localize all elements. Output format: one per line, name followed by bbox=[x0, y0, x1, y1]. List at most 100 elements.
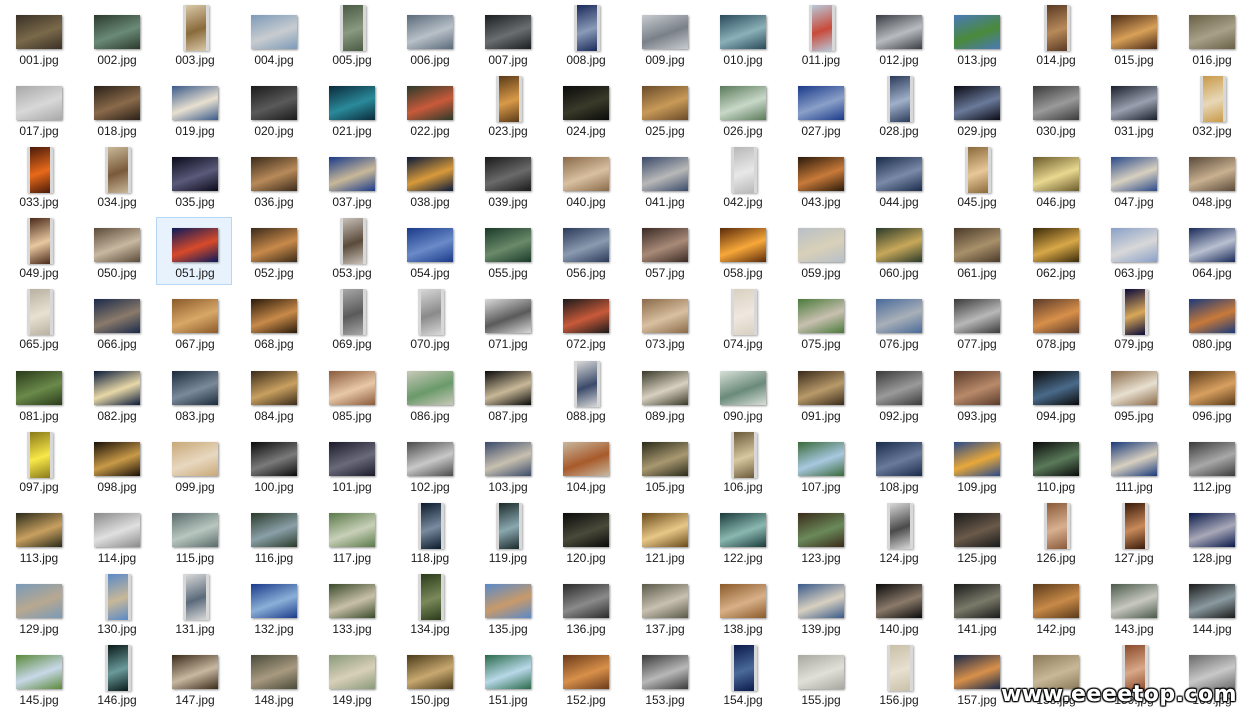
file-item[interactable]: 056.jpg bbox=[547, 217, 623, 285]
file-item[interactable]: 015.jpg bbox=[1095, 4, 1171, 72]
file-item[interactable]: 004.jpg bbox=[235, 4, 311, 72]
file-item[interactable]: 114.jpg bbox=[78, 502, 154, 570]
file-item[interactable]: 148.jpg bbox=[235, 644, 311, 712]
file-item[interactable]: 124.jpg bbox=[860, 502, 936, 570]
file-item[interactable]: 074.jpg bbox=[704, 288, 780, 356]
file-item[interactable]: 089.jpg bbox=[626, 360, 702, 428]
file-item[interactable]: 082.jpg bbox=[78, 360, 154, 428]
file-item[interactable]: 129.jpg bbox=[0, 573, 76, 641]
file-item[interactable]: 068.jpg bbox=[235, 288, 311, 356]
file-item[interactable]: 086.jpg bbox=[391, 360, 467, 428]
file-item[interactable]: 035.jpg bbox=[156, 146, 232, 214]
file-item[interactable]: 115.jpg bbox=[156, 502, 232, 570]
file-item[interactable]: 147.jpg bbox=[156, 644, 232, 712]
file-item[interactable]: 078.jpg bbox=[1017, 288, 1093, 356]
file-item[interactable]: 145.jpg bbox=[0, 644, 76, 712]
file-item[interactable]: 092.jpg bbox=[860, 360, 936, 428]
file-item[interactable]: 061.jpg bbox=[938, 217, 1014, 285]
file-item[interactable]: 095.jpg bbox=[1095, 360, 1171, 428]
file-item[interactable]: 155.jpg bbox=[782, 644, 858, 712]
file-item[interactable]: 032.jpg bbox=[1173, 75, 1245, 143]
file-item[interactable]: 069.jpg bbox=[313, 288, 389, 356]
file-item[interactable]: 067.jpg bbox=[156, 288, 232, 356]
file-item[interactable]: 096.jpg bbox=[1173, 360, 1245, 428]
file-item[interactable]: 028.jpg bbox=[860, 75, 936, 143]
file-item[interactable]: 123.jpg bbox=[782, 502, 858, 570]
file-item[interactable]: 062.jpg bbox=[1017, 217, 1093, 285]
file-item[interactable]: 010.jpg bbox=[704, 4, 780, 72]
file-item[interactable]: 119.jpg bbox=[469, 502, 545, 570]
file-item[interactable]: 131.jpg bbox=[156, 573, 232, 641]
file-item[interactable]: 130.jpg bbox=[78, 573, 154, 641]
file-item[interactable]: 151.jpg bbox=[469, 644, 545, 712]
file-item[interactable]: 101.jpg bbox=[313, 431, 389, 499]
file-item[interactable]: 034.jpg bbox=[78, 146, 154, 214]
file-item[interactable]: 047.jpg bbox=[1095, 146, 1171, 214]
file-item[interactable]: 113.jpg bbox=[0, 502, 76, 570]
file-item[interactable]: 083.jpg bbox=[156, 360, 232, 428]
file-item[interactable]: 142.jpg bbox=[1017, 573, 1093, 641]
file-item[interactable]: 027.jpg bbox=[782, 75, 858, 143]
file-item[interactable]: 048.jpg bbox=[1173, 146, 1245, 214]
file-item[interactable]: 106.jpg bbox=[704, 431, 780, 499]
file-item[interactable]: 070.jpg bbox=[391, 288, 467, 356]
file-item[interactable]: 058.jpg bbox=[704, 217, 780, 285]
file-item[interactable]: 153.jpg bbox=[626, 644, 702, 712]
file-item[interactable]: 054.jpg bbox=[391, 217, 467, 285]
file-item[interactable]: 156.jpg bbox=[860, 644, 936, 712]
file-item[interactable]: 072.jpg bbox=[547, 288, 623, 356]
file-item[interactable]: 105.jpg bbox=[626, 431, 702, 499]
file-item[interactable]: 044.jpg bbox=[860, 146, 936, 214]
file-item[interactable]: 073.jpg bbox=[626, 288, 702, 356]
file-item[interactable]: 019.jpg bbox=[156, 75, 232, 143]
file-item[interactable]: 031.jpg bbox=[1095, 75, 1171, 143]
file-item[interactable]: 020.jpg bbox=[235, 75, 311, 143]
file-item[interactable]: 064.jpg bbox=[1173, 217, 1245, 285]
file-item[interactable]: 001.jpg bbox=[0, 4, 76, 72]
file-item[interactable]: 080.jpg bbox=[1173, 288, 1245, 356]
file-item[interactable]: 040.jpg bbox=[547, 146, 623, 214]
file-item[interactable]: 011.jpg bbox=[782, 4, 858, 72]
file-item[interactable]: 154.jpg bbox=[704, 644, 780, 712]
file-item[interactable]: 024.jpg bbox=[547, 75, 623, 143]
file-item[interactable]: 139.jpg bbox=[782, 573, 858, 641]
file-item[interactable]: 013.jpg bbox=[938, 4, 1014, 72]
file-item[interactable]: 126.jpg bbox=[1017, 502, 1093, 570]
file-item[interactable]: 003.jpg bbox=[156, 4, 232, 72]
file-item[interactable]: 140.jpg bbox=[860, 573, 936, 641]
file-item[interactable]: 097.jpg bbox=[0, 431, 76, 499]
file-item[interactable]: 077.jpg bbox=[938, 288, 1014, 356]
file-item[interactable]: 026.jpg bbox=[704, 75, 780, 143]
file-item[interactable]: 120.jpg bbox=[547, 502, 623, 570]
file-item[interactable]: 150.jpg bbox=[391, 644, 467, 712]
file-item[interactable]: 065.jpg bbox=[0, 288, 76, 356]
file-item[interactable]: 050.jpg bbox=[78, 217, 154, 285]
file-item[interactable]: 108.jpg bbox=[860, 431, 936, 499]
file-item[interactable]: 103.jpg bbox=[469, 431, 545, 499]
file-item[interactable]: 138.jpg bbox=[704, 573, 780, 641]
file-item[interactable]: 006.jpg bbox=[391, 4, 467, 72]
file-item[interactable]: 117.jpg bbox=[313, 502, 389, 570]
file-item[interactable]: 125.jpg bbox=[938, 502, 1014, 570]
file-item[interactable]: 100.jpg bbox=[235, 431, 311, 499]
file-item[interactable]: 059.jpg bbox=[782, 217, 858, 285]
file-item[interactable]: 098.jpg bbox=[78, 431, 154, 499]
file-item[interactable]: 038.jpg bbox=[391, 146, 467, 214]
file-item[interactable]: 053.jpg bbox=[313, 217, 389, 285]
file-item[interactable]: 093.jpg bbox=[938, 360, 1014, 428]
file-item[interactable]: 127.jpg bbox=[1095, 502, 1171, 570]
file-item[interactable]: 121.jpg bbox=[626, 502, 702, 570]
file-item[interactable]: 009.jpg bbox=[626, 4, 702, 72]
file-item[interactable]: 014.jpg bbox=[1017, 4, 1093, 72]
file-item[interactable]: 094.jpg bbox=[1017, 360, 1093, 428]
file-item[interactable]: 079.jpg bbox=[1095, 288, 1171, 356]
file-item[interactable]: 060.jpg bbox=[860, 217, 936, 285]
file-item[interactable]: 025.jpg bbox=[626, 75, 702, 143]
file-item[interactable]: 052.jpg bbox=[235, 217, 311, 285]
file-item[interactable]: 090.jpg bbox=[704, 360, 780, 428]
file-item[interactable]: 066.jpg bbox=[78, 288, 154, 356]
file-item[interactable]: 005.jpg bbox=[313, 4, 389, 72]
file-item[interactable]: 084.jpg bbox=[235, 360, 311, 428]
file-item[interactable]: 112.jpg bbox=[1173, 431, 1245, 499]
file-item[interactable]: 141.jpg bbox=[938, 573, 1014, 641]
